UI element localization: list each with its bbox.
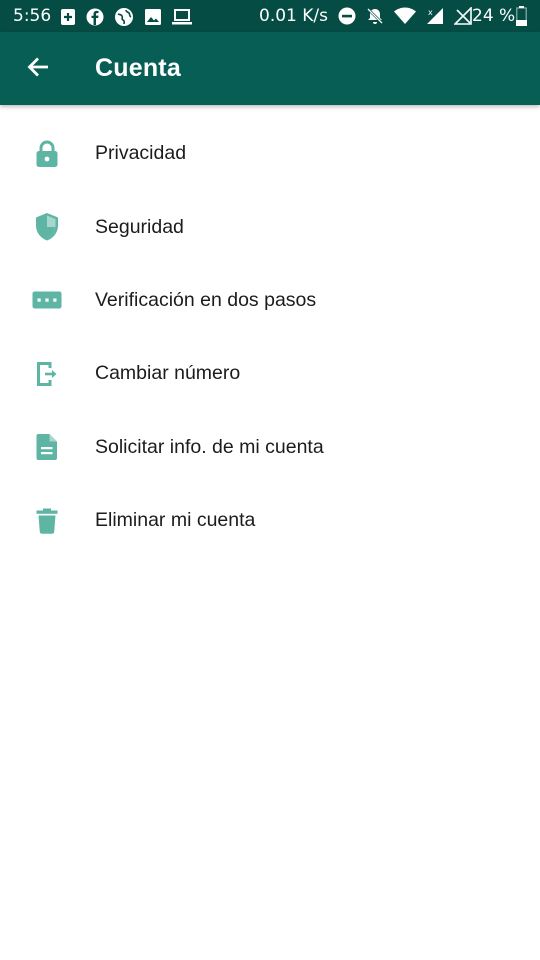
page-title: Cuenta — [95, 54, 181, 82]
svg-text:x: x — [428, 8, 433, 17]
network-speed: 0.01 K/s — [259, 6, 328, 26]
menu-item-label: Seguridad — [95, 215, 184, 238]
status-bar: 5:56 0.01 K/s x 24 % — [0, 0, 540, 32]
menu-item-privacy[interactable]: Privacidad — [0, 117, 540, 190]
add-box-icon — [60, 8, 76, 31]
document-icon — [30, 430, 64, 464]
menu-item-security[interactable]: Seguridad — [0, 190, 540, 263]
arrow-back-icon — [26, 56, 49, 83]
trash-icon — [30, 504, 64, 538]
menu-item-label: Privacidad — [95, 142, 187, 165]
menu-item-label: Verificación en dos pasos — [95, 288, 317, 311]
phone-change-icon — [30, 357, 64, 391]
menu-item-delete-account[interactable]: Eliminar mi cuenta — [0, 484, 540, 557]
menu-item-label: Solicitar info. de mi cuenta — [95, 435, 324, 458]
status-right-icons: x — [338, 6, 472, 30]
battery-percent: 24 % — [472, 6, 516, 26]
no-sim-icon — [453, 6, 472, 30]
menu-item-label: Eliminar mi cuenta — [95, 509, 256, 532]
back-button[interactable] — [18, 50, 56, 88]
app-bar: Cuenta — [0, 32, 540, 105]
globe-icon — [114, 7, 134, 32]
status-time: 5:56 — [13, 6, 52, 26]
facebook-icon — [86, 8, 104, 31]
signal-icon: x — [426, 7, 444, 30]
laptop-icon — [172, 9, 192, 30]
account-menu: Privacidad Seguridad Verificación en dos… — [0, 117, 540, 557]
menu-item-two-step[interactable]: Verificación en dos pasos — [0, 264, 540, 337]
menu-item-request-info[interactable]: Solicitar info. de mi cuenta — [0, 411, 540, 484]
battery-icon — [516, 6, 527, 31]
image-icon — [144, 8, 162, 31]
password-dots-icon — [30, 283, 64, 317]
notifications-off-icon — [366, 7, 384, 30]
dnd-icon — [338, 7, 356, 30]
status-left-icons — [60, 7, 192, 32]
shield-icon — [30, 210, 64, 244]
wifi-icon — [394, 7, 416, 30]
menu-item-change-number[interactable]: Cambiar número — [0, 337, 540, 410]
lock-icon — [30, 137, 64, 171]
menu-item-label: Cambiar número — [95, 362, 241, 385]
